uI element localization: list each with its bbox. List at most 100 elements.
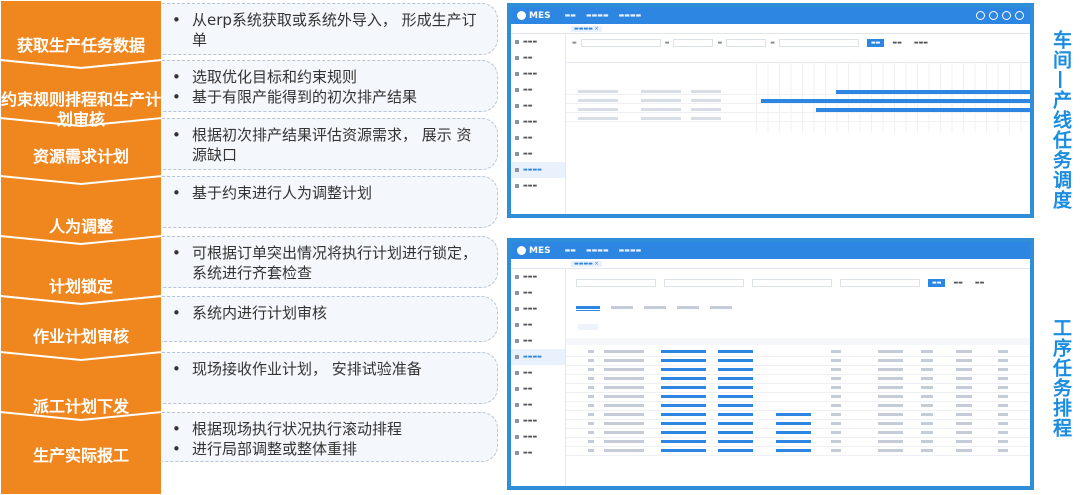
sidebar-item[interactable]: ▬▬▬	[511, 34, 565, 50]
table-cell	[878, 377, 903, 380]
table-cell	[921, 413, 933, 416]
filter-input[interactable]	[752, 279, 832, 287]
reset-button[interactable]: ▬▬	[949, 279, 966, 287]
table-cell-link	[661, 386, 706, 389]
sidebar-item[interactable]: ▬▬▬	[511, 429, 565, 445]
table-cell	[878, 359, 903, 362]
table-cell	[956, 350, 972, 353]
sidebar-item[interactable]: ▬▬	[511, 130, 565, 146]
description-line: • 进行局部调整或整体重排	[172, 439, 485, 459]
filter-label: ▬	[770, 40, 775, 46]
filter-input[interactable]	[580, 39, 661, 47]
filter-input[interactable]	[778, 39, 859, 47]
table-row-line	[566, 410, 1030, 411]
table-cell	[588, 368, 594, 371]
menu-icon	[515, 291, 519, 295]
nav-item[interactable]: ▬▬▬▬	[619, 247, 642, 254]
filter-input[interactable]	[664, 279, 744, 287]
filter-input[interactable]	[673, 39, 714, 47]
tab-chip[interactable]: ▬▬▬▬ ×	[571, 260, 602, 267]
sidebar-item[interactable]: ▬▬	[511, 397, 565, 413]
gantt-cell	[641, 108, 681, 111]
sidebar-item[interactable]: ▬▬	[511, 317, 565, 333]
sidebar-item[interactable]: ▬▬	[511, 333, 565, 349]
gantt-col-line	[986, 62, 987, 132]
table-row-line	[566, 374, 1030, 375]
menu-icon	[515, 152, 519, 156]
sidebar-item[interactable]: ▬▬▬	[511, 66, 565, 82]
nav-item[interactable]: ▬▬	[565, 12, 576, 19]
description-text: 选取优化目标和约束规则	[192, 68, 358, 86]
screenshot-task-dispatch: MES ▬▬ ▬▬▬▬ ▬▬▬▬ ▬▬▬▬ × ▬▬▬ ▬▬ ▬▬▬ ▬▬ ▬▬…	[507, 3, 1034, 218]
step-description: • 可根据订单突出情况将执行计划进行锁定， 系统进行齐套检查	[162, 236, 498, 288]
sidebar-item[interactable]: ▬▬▬	[511, 413, 565, 429]
table-cell	[956, 395, 972, 398]
sidebar-item[interactable]: ▬▬▬	[511, 301, 565, 317]
sidebar-item-active[interactable]: ▬▬▬▬	[511, 162, 565, 178]
table-cell-link	[661, 368, 706, 371]
nav-item[interactable]: ▬▬▬▬	[619, 12, 642, 19]
gantt-col-line	[825, 62, 826, 132]
fullscreen-icon[interactable]	[1015, 11, 1024, 20]
table-cell-link	[718, 350, 753, 353]
menu-icon	[515, 371, 519, 375]
sidebar-item[interactable]: ▬▬	[511, 445, 565, 461]
search-button[interactable]: ▬▬	[928, 279, 946, 287]
bullet-icon: •	[172, 304, 181, 322]
sidebar-item[interactable]: ▬▬▬	[511, 269, 565, 285]
table-cell	[831, 404, 841, 407]
table-cell	[831, 440, 841, 443]
sidebar-item[interactable]: ▬▬▬	[511, 114, 565, 130]
gantt-col-line	[790, 62, 792, 132]
sidebar-item[interactable]: ▬▬	[511, 98, 565, 114]
logo-text: MES	[529, 10, 551, 21]
table-cell	[921, 431, 933, 434]
sidebar-item[interactable]: ▬▬	[511, 50, 565, 66]
sidebar-item[interactable]: ▬▬	[511, 365, 565, 381]
table-cell-link	[718, 377, 753, 380]
tab-chip[interactable]: ▬▬▬▬ ×	[571, 25, 602, 32]
gantt-col-line	[871, 62, 872, 132]
table-row-line	[566, 401, 1030, 402]
description-text: 可根据订单突出情况将执行计划进行锁定， 系统进行齐套检查	[192, 244, 478, 282]
sidebar-item-active[interactable]: ▬▬▬▬	[511, 349, 565, 365]
filter-input[interactable]	[726, 39, 767, 47]
nav-item[interactable]: ▬▬▬▬	[586, 12, 609, 19]
app-header: MES ▬▬ ▬▬▬▬ ▬▬▬▬	[511, 7, 1030, 24]
search-button[interactable]: ▬▬	[866, 39, 885, 47]
table-cell	[604, 431, 644, 434]
user-icon[interactable]	[1002, 11, 1011, 20]
description-line: • 根据现场执行状况执行滚动排程	[172, 419, 485, 439]
table-cell-link	[661, 449, 706, 452]
expand-button[interactable]: ▬▬▬	[910, 39, 932, 47]
menu-icon	[515, 451, 519, 455]
table-cell	[588, 404, 594, 407]
gantt-col-line	[951, 62, 953, 132]
nav-item[interactable]: ▬▬▬▬	[586, 247, 609, 254]
filter-label: ▬	[717, 40, 723, 46]
step-label: 人为调整	[48, 217, 113, 236]
table-cell-link	[661, 422, 706, 425]
nav-item[interactable]: ▬▬	[565, 247, 576, 254]
table-cell	[604, 386, 644, 389]
table-tab-underline	[576, 310, 600, 311]
step-description: • 从erp系统获取或系统外导入， 形成生产订单	[162, 3, 498, 55]
step-label: 派工计划下发	[32, 397, 129, 416]
step-description: • 现场接收作业计划， 安排试验准备	[162, 352, 498, 404]
sidebar-item[interactable]: ▬▬▬	[511, 178, 565, 194]
table-cell	[588, 350, 594, 353]
gantt-cell	[578, 99, 618, 102]
sidebar-item[interactable]: ▬▬	[511, 381, 565, 397]
table-cell-link	[776, 449, 811, 452]
bell-icon[interactable]	[989, 11, 998, 20]
sidebar-item[interactable]: ▬▬	[511, 285, 565, 301]
filter-input[interactable]	[840, 279, 920, 287]
table-cell-link	[661, 431, 706, 434]
filter-input[interactable]	[576, 279, 656, 287]
sidebar-item[interactable]: ▬▬	[511, 146, 565, 162]
table-cell-link	[661, 440, 706, 443]
sidebar-item[interactable]: ▬▬	[511, 82, 565, 98]
reset-button[interactable]: ▬▬	[888, 39, 905, 47]
settings-icon[interactable]	[976, 11, 985, 20]
expand-button[interactable]: ▬▬	[971, 279, 988, 287]
